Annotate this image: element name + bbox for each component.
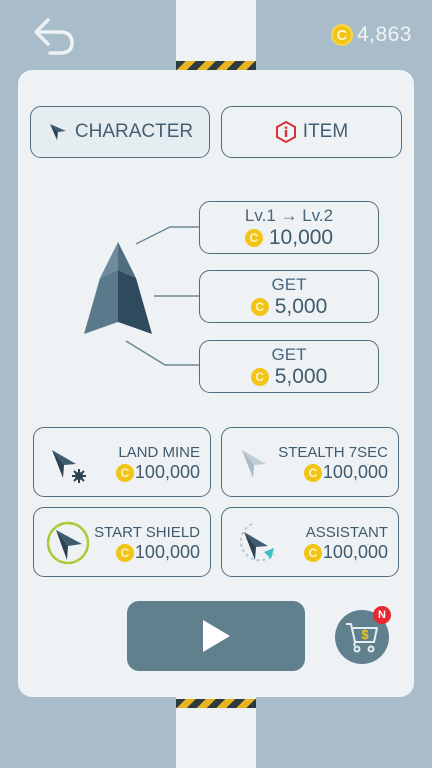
shopping-cart-icon: $ bbox=[346, 623, 378, 653]
hazard-stripe-top bbox=[176, 61, 256, 70]
skill-stealth-price: 100,000 bbox=[322, 462, 388, 482]
coin-balance: C 4,863 bbox=[330, 22, 412, 48]
skill-assistant-label: ASSISTANT bbox=[305, 524, 388, 541]
play-icon bbox=[203, 620, 230, 652]
skill-land-mine-label: LAND MINE bbox=[118, 444, 200, 461]
hangar-panel: CHARACTER ITEM Lv.1 → Lv.2 C 10,000 GET … bbox=[18, 70, 414, 697]
shop-notification-badge: N bbox=[373, 606, 391, 624]
back-button[interactable] bbox=[28, 12, 78, 58]
skill-land-mine-button[interactable]: LAND MINE C 100,000 bbox=[33, 427, 211, 497]
skill-start-shield-button[interactable]: START SHIELD C 100,000 bbox=[33, 507, 211, 577]
land-mine-icon bbox=[52, 450, 86, 483]
tab-item[interactable]: ITEM bbox=[221, 106, 402, 158]
plane-arrow-icon bbox=[49, 124, 66, 140]
level-upgrade-label: Lv.1 → Lv.2 bbox=[244, 206, 334, 225]
shop-button[interactable]: $ N bbox=[335, 606, 391, 664]
skill-stealth-button[interactable]: STEALTH 7SEC C 100,000 bbox=[221, 427, 399, 497]
tab-item-label: ITEM bbox=[302, 121, 349, 142]
coin-balance-amount: 4,863 bbox=[356, 23, 412, 46]
get-label: GET bbox=[271, 275, 307, 294]
shield-icon bbox=[46, 521, 90, 565]
get-price: 5,000 bbox=[274, 295, 328, 318]
play-button[interactable] bbox=[127, 601, 305, 671]
coin-icon: C bbox=[303, 463, 322, 482]
level-upgrade-button[interactable]: Lv.1 → Lv.2 C 10,000 bbox=[199, 201, 379, 254]
svg-text:$: $ bbox=[361, 627, 369, 642]
hazard-stripe-bottom bbox=[176, 699, 256, 708]
tab-character-label: CHARACTER bbox=[74, 121, 194, 142]
info-hexagon-icon bbox=[275, 121, 296, 143]
coin-icon: C bbox=[330, 24, 353, 46]
tab-character[interactable]: CHARACTER bbox=[30, 106, 210, 158]
skill-start-shield-price: 100,000 bbox=[134, 542, 200, 562]
get-label: GET bbox=[271, 345, 307, 364]
coin-icon: C bbox=[250, 368, 269, 386]
stealth-icon bbox=[242, 450, 266, 478]
get-upgrade-button-2[interactable]: GET C 5,000 bbox=[199, 340, 379, 393]
coin-icon: C bbox=[244, 229, 263, 247]
skill-assistant-price: 100,000 bbox=[322, 542, 388, 562]
coin-icon: C bbox=[250, 298, 269, 316]
level-upgrade-price: 10,000 bbox=[268, 226, 334, 249]
get-price: 5,000 bbox=[274, 365, 328, 388]
skill-stealth-label: STEALTH 7SEC bbox=[278, 444, 388, 461]
get-upgrade-button-1[interactable]: GET C 5,000 bbox=[199, 270, 379, 323]
coin-icon: C bbox=[115, 543, 134, 562]
assistant-icon bbox=[239, 523, 275, 562]
coin-icon: C bbox=[115, 463, 134, 482]
character-plane-icon bbox=[84, 242, 152, 334]
skill-assistant-button[interactable]: ASSISTANT C 100,000 bbox=[221, 507, 399, 577]
undo-arrow-icon bbox=[34, 18, 74, 55]
skill-land-mine-price: 100,000 bbox=[134, 462, 200, 482]
coin-icon: C bbox=[303, 543, 322, 562]
skill-start-shield-label: START SHIELD bbox=[94, 524, 200, 541]
